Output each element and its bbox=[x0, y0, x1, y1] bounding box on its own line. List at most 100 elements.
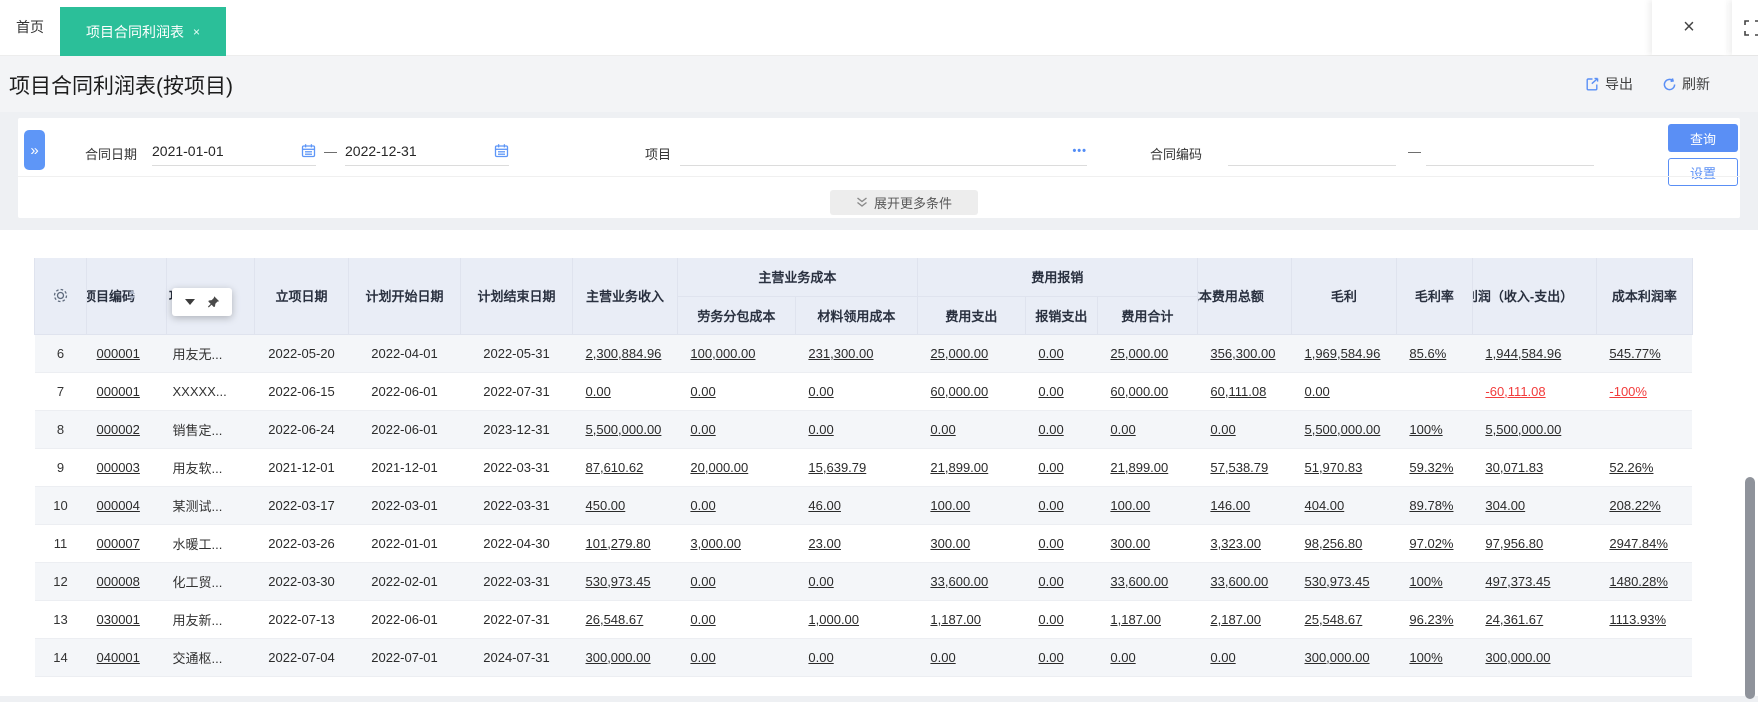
date-to-input[interactable]: 2022-12-31 bbox=[345, 136, 509, 166]
profit-cell[interactable]: 97,956.80 bbox=[1472, 524, 1596, 562]
reimburse-cell[interactable]: 0.00 bbox=[1025, 486, 1097, 524]
expense-cell[interactable]: 300.00 bbox=[917, 524, 1025, 562]
income-cell[interactable]: 87,610.62 bbox=[573, 448, 678, 486]
tab-close-icon[interactable]: × bbox=[193, 25, 200, 39]
export-button[interactable]: 导出 bbox=[1585, 74, 1633, 94]
profit-cell[interactable]: 24,361.67 bbox=[1472, 600, 1596, 638]
vertical-scrollbar-thumb[interactable] bbox=[1745, 477, 1755, 699]
reimburse-cell[interactable]: 0.00 bbox=[1025, 562, 1097, 600]
material-cost-cell[interactable]: 46.00 bbox=[795, 486, 917, 524]
cost-margin-cell[interactable]: 2947.84% bbox=[1596, 524, 1692, 562]
profit-cell[interactable]: 1,944,584.96 bbox=[1472, 334, 1596, 372]
labor-cost-cell[interactable]: 0.00 bbox=[677, 638, 795, 676]
tab-home[interactable]: 首页 bbox=[16, 0, 44, 55]
cost-total-cell[interactable]: 146.00 bbox=[1197, 486, 1291, 524]
expense-total-cell[interactable]: 0.00 bbox=[1097, 638, 1197, 676]
cost-margin-cell[interactable] bbox=[1596, 638, 1692, 676]
calendar-icon[interactable] bbox=[494, 143, 509, 158]
code-to-input[interactable] bbox=[1426, 136, 1594, 166]
material-cost-cell[interactable]: 23.00 bbox=[795, 524, 917, 562]
labor-cost-cell[interactable]: 100,000.00 bbox=[677, 334, 795, 372]
material-cost-cell[interactable]: 0.00 bbox=[795, 562, 917, 600]
income-cell[interactable]: 300,000.00 bbox=[573, 638, 678, 676]
column-sort-pin-popup[interactable] bbox=[172, 288, 232, 316]
labor-cost-cell[interactable]: 0.00 bbox=[677, 486, 795, 524]
cost-margin-cell[interactable]: 545.77% bbox=[1596, 334, 1692, 372]
gear-icon[interactable] bbox=[52, 287, 69, 304]
gross-margin-cell[interactable]: 85.6% bbox=[1396, 334, 1472, 372]
project-code-link[interactable]: 000008 bbox=[87, 562, 167, 600]
expense-total-cell[interactable]: 60,000.00 bbox=[1097, 372, 1197, 410]
column-settings-header[interactable] bbox=[35, 258, 87, 334]
reimburse-cell[interactable]: 0.00 bbox=[1025, 410, 1097, 448]
reimburse-cell[interactable]: 0.00 bbox=[1025, 448, 1097, 486]
col-header-cost-total[interactable]: 成本费用总额 bbox=[1197, 258, 1291, 334]
gross-profit-cell[interactable]: 300,000.00 bbox=[1291, 638, 1396, 676]
expense-cell[interactable]: 33,600.00 bbox=[917, 562, 1025, 600]
sort-icon[interactable] bbox=[129, 290, 135, 300]
material-cost-cell[interactable]: 15,639.79 bbox=[795, 448, 917, 486]
reimburse-cell[interactable]: 0.00 bbox=[1025, 524, 1097, 562]
project-picker-button[interactable]: ••• bbox=[1072, 145, 1087, 157]
expense-total-cell[interactable]: 21,899.00 bbox=[1097, 448, 1197, 486]
material-cost-cell[interactable]: 231,300.00 bbox=[795, 334, 917, 372]
col-header-plan-end[interactable]: 计划结束日期 bbox=[461, 258, 573, 334]
expense-total-cell[interactable]: 25,000.00 bbox=[1097, 334, 1197, 372]
project-code-link[interactable]: 000001 bbox=[87, 334, 167, 372]
expense-cell[interactable]: 0.00 bbox=[917, 410, 1025, 448]
reimburse-cell[interactable]: 0.00 bbox=[1025, 372, 1097, 410]
gross-margin-cell[interactable]: 100% bbox=[1396, 638, 1472, 676]
material-cost-cell[interactable]: 0.00 bbox=[795, 638, 917, 676]
project-code-link[interactable]: 000001 bbox=[87, 372, 167, 410]
gross-profit-cell[interactable]: 530,973.45 bbox=[1291, 562, 1396, 600]
project-code-link[interactable]: 030001 bbox=[87, 600, 167, 638]
gross-profit-cell[interactable]: 1,969,584.96 bbox=[1291, 334, 1396, 372]
profit-cell[interactable]: 5,500,000.00 bbox=[1472, 410, 1596, 448]
income-cell[interactable]: 5,500,000.00 bbox=[573, 410, 678, 448]
labor-cost-cell[interactable]: 20,000.00 bbox=[677, 448, 795, 486]
reimburse-cell[interactable]: 0.00 bbox=[1025, 334, 1097, 372]
gross-profit-cell[interactable]: 0.00 bbox=[1291, 372, 1396, 410]
col-header-cost-margin[interactable]: 成本利润率 bbox=[1596, 258, 1692, 334]
col-header-gross[interactable]: 毛利 bbox=[1291, 258, 1396, 334]
labor-cost-cell[interactable]: 0.00 bbox=[677, 600, 795, 638]
code-from-input[interactable] bbox=[1228, 136, 1396, 166]
labor-cost-cell[interactable]: 0.00 bbox=[677, 372, 795, 410]
cost-total-cell[interactable]: 2,187.00 bbox=[1197, 600, 1291, 638]
project-code-link[interactable]: 000004 bbox=[87, 486, 167, 524]
settings-button[interactable]: 设置 bbox=[1668, 158, 1738, 186]
gross-margin-cell[interactable]: 97.02% bbox=[1396, 524, 1472, 562]
cost-margin-cell[interactable]: 208.22% bbox=[1596, 486, 1692, 524]
material-cost-cell[interactable]: 0.00 bbox=[795, 410, 917, 448]
col-header-reimburse[interactable]: 报销支出 bbox=[1025, 296, 1097, 334]
profit-cell[interactable]: 30,071.83 bbox=[1472, 448, 1596, 486]
labor-cost-cell[interactable]: 3,000.00 bbox=[677, 524, 795, 562]
cost-total-cell[interactable]: 0.00 bbox=[1197, 410, 1291, 448]
col-header-expense-total[interactable]: 费用合计 bbox=[1097, 296, 1197, 334]
cost-margin-cell[interactable] bbox=[1596, 410, 1692, 448]
profit-cell[interactable]: 304.00 bbox=[1472, 486, 1596, 524]
fullscreen-button[interactable] bbox=[1732, 0, 1758, 55]
project-code-link[interactable]: 000003 bbox=[87, 448, 167, 486]
cost-total-cell[interactable]: 33,600.00 bbox=[1197, 562, 1291, 600]
col-header-setup-date[interactable]: 立项日期 bbox=[255, 258, 349, 334]
calendar-icon[interactable] bbox=[301, 143, 316, 158]
expense-cell[interactable]: 1,187.00 bbox=[917, 600, 1025, 638]
col-header-expense[interactable]: 费用支出 bbox=[917, 296, 1025, 334]
gross-profit-cell[interactable]: 404.00 bbox=[1291, 486, 1396, 524]
expense-total-cell[interactable]: 1,187.00 bbox=[1097, 600, 1197, 638]
income-cell[interactable]: 0.00 bbox=[573, 372, 678, 410]
expense-cell[interactable]: 25,000.00 bbox=[917, 334, 1025, 372]
cost-margin-cell[interactable]: 1113.93% bbox=[1596, 600, 1692, 638]
tab-active-profit-report[interactable]: 项目合同利润表 × bbox=[60, 7, 226, 56]
gross-profit-cell[interactable]: 51,970.83 bbox=[1291, 448, 1396, 486]
expense-total-cell[interactable]: 300.00 bbox=[1097, 524, 1197, 562]
col-header-material-cost[interactable]: 材料领用成本 bbox=[795, 296, 917, 334]
material-cost-cell[interactable]: 0.00 bbox=[795, 372, 917, 410]
income-cell[interactable]: 450.00 bbox=[573, 486, 678, 524]
profit-cell[interactable]: -60,111.08 bbox=[1472, 372, 1596, 410]
project-code-link[interactable]: 000007 bbox=[87, 524, 167, 562]
income-cell[interactable]: 26,548.67 bbox=[573, 600, 678, 638]
expense-total-cell[interactable]: 33,600.00 bbox=[1097, 562, 1197, 600]
labor-cost-cell[interactable]: 0.00 bbox=[677, 410, 795, 448]
